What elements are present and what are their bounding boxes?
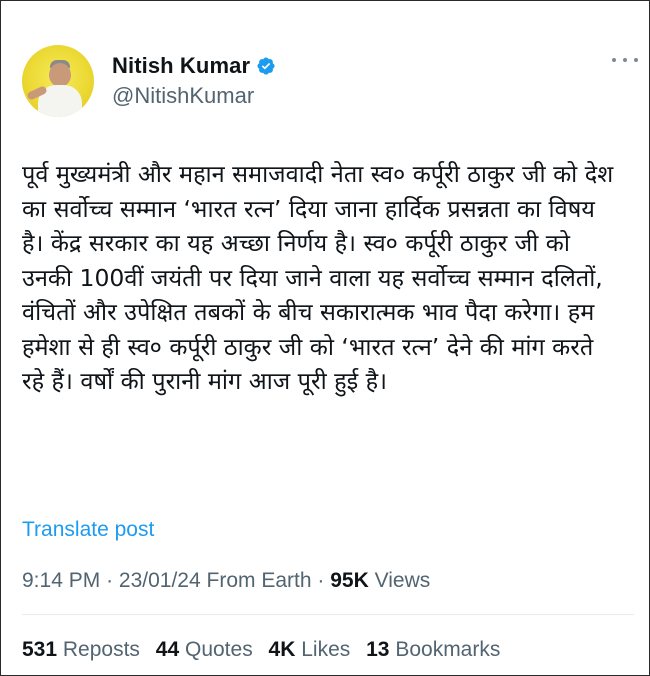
more-options-icon[interactable] — [612, 53, 638, 67]
quotes-label: Quotes — [184, 638, 253, 661]
author-name-row: Nitish Kumar — [112, 53, 276, 79]
meta-separator: · — [317, 569, 325, 592]
bookmarks-stat[interactable]: 13 Bookmarks — [366, 638, 500, 661]
bookmarks-count: 13 — [366, 638, 390, 661]
verified-badge-icon — [257, 57, 275, 75]
avatar-head — [49, 63, 71, 87]
quotes-count: 44 — [155, 638, 180, 661]
tweet-meta: 9:14 PM · 23/01/24 From Earth · 95K View… — [22, 569, 430, 593]
tweet-date[interactable]: 23/01/24 — [119, 569, 201, 592]
author-handle[interactable]: @NitishKumar — [112, 83, 254, 109]
reposts-count: 531 — [22, 638, 58, 661]
translate-post-link[interactable]: Translate post — [22, 518, 154, 542]
tweet-text: पूर्व मुख्यमंत्री और महान समाजवादी नेता … — [22, 160, 621, 395]
views-count[interactable]: 95K — [330, 569, 369, 592]
reposts-stat[interactable]: 531 Reposts — [22, 638, 140, 661]
meta-separator: · — [106, 569, 114, 592]
reposts-label: Reposts — [62, 638, 140, 661]
quotes-stat[interactable]: 44 Quotes — [156, 638, 253, 661]
likes-stat[interactable]: 4K Likes — [269, 638, 351, 661]
author-avatar[interactable] — [22, 45, 94, 117]
views-label: Views — [374, 569, 431, 592]
engagement-stats: 531 Reposts 44 Quotes 4K Likes 13 Bookma… — [22, 638, 510, 662]
more-dot — [612, 58, 616, 62]
more-dot — [623, 58, 627, 62]
bookmarks-label: Bookmarks — [395, 638, 501, 661]
divider — [22, 614, 634, 615]
more-dot — [634, 58, 638, 62]
tweet-location: From Earth — [206, 569, 312, 592]
tweet-card: Nitish Kumar @NitishKumar पूर्व मुख्यमंत… — [0, 0, 650, 676]
tweet-time[interactable]: 9:14 PM — [22, 569, 100, 592]
likes-label: Likes — [301, 638, 351, 661]
author-name[interactable]: Nitish Kumar — [112, 53, 250, 79]
likes-count: 4K — [268, 638, 296, 661]
